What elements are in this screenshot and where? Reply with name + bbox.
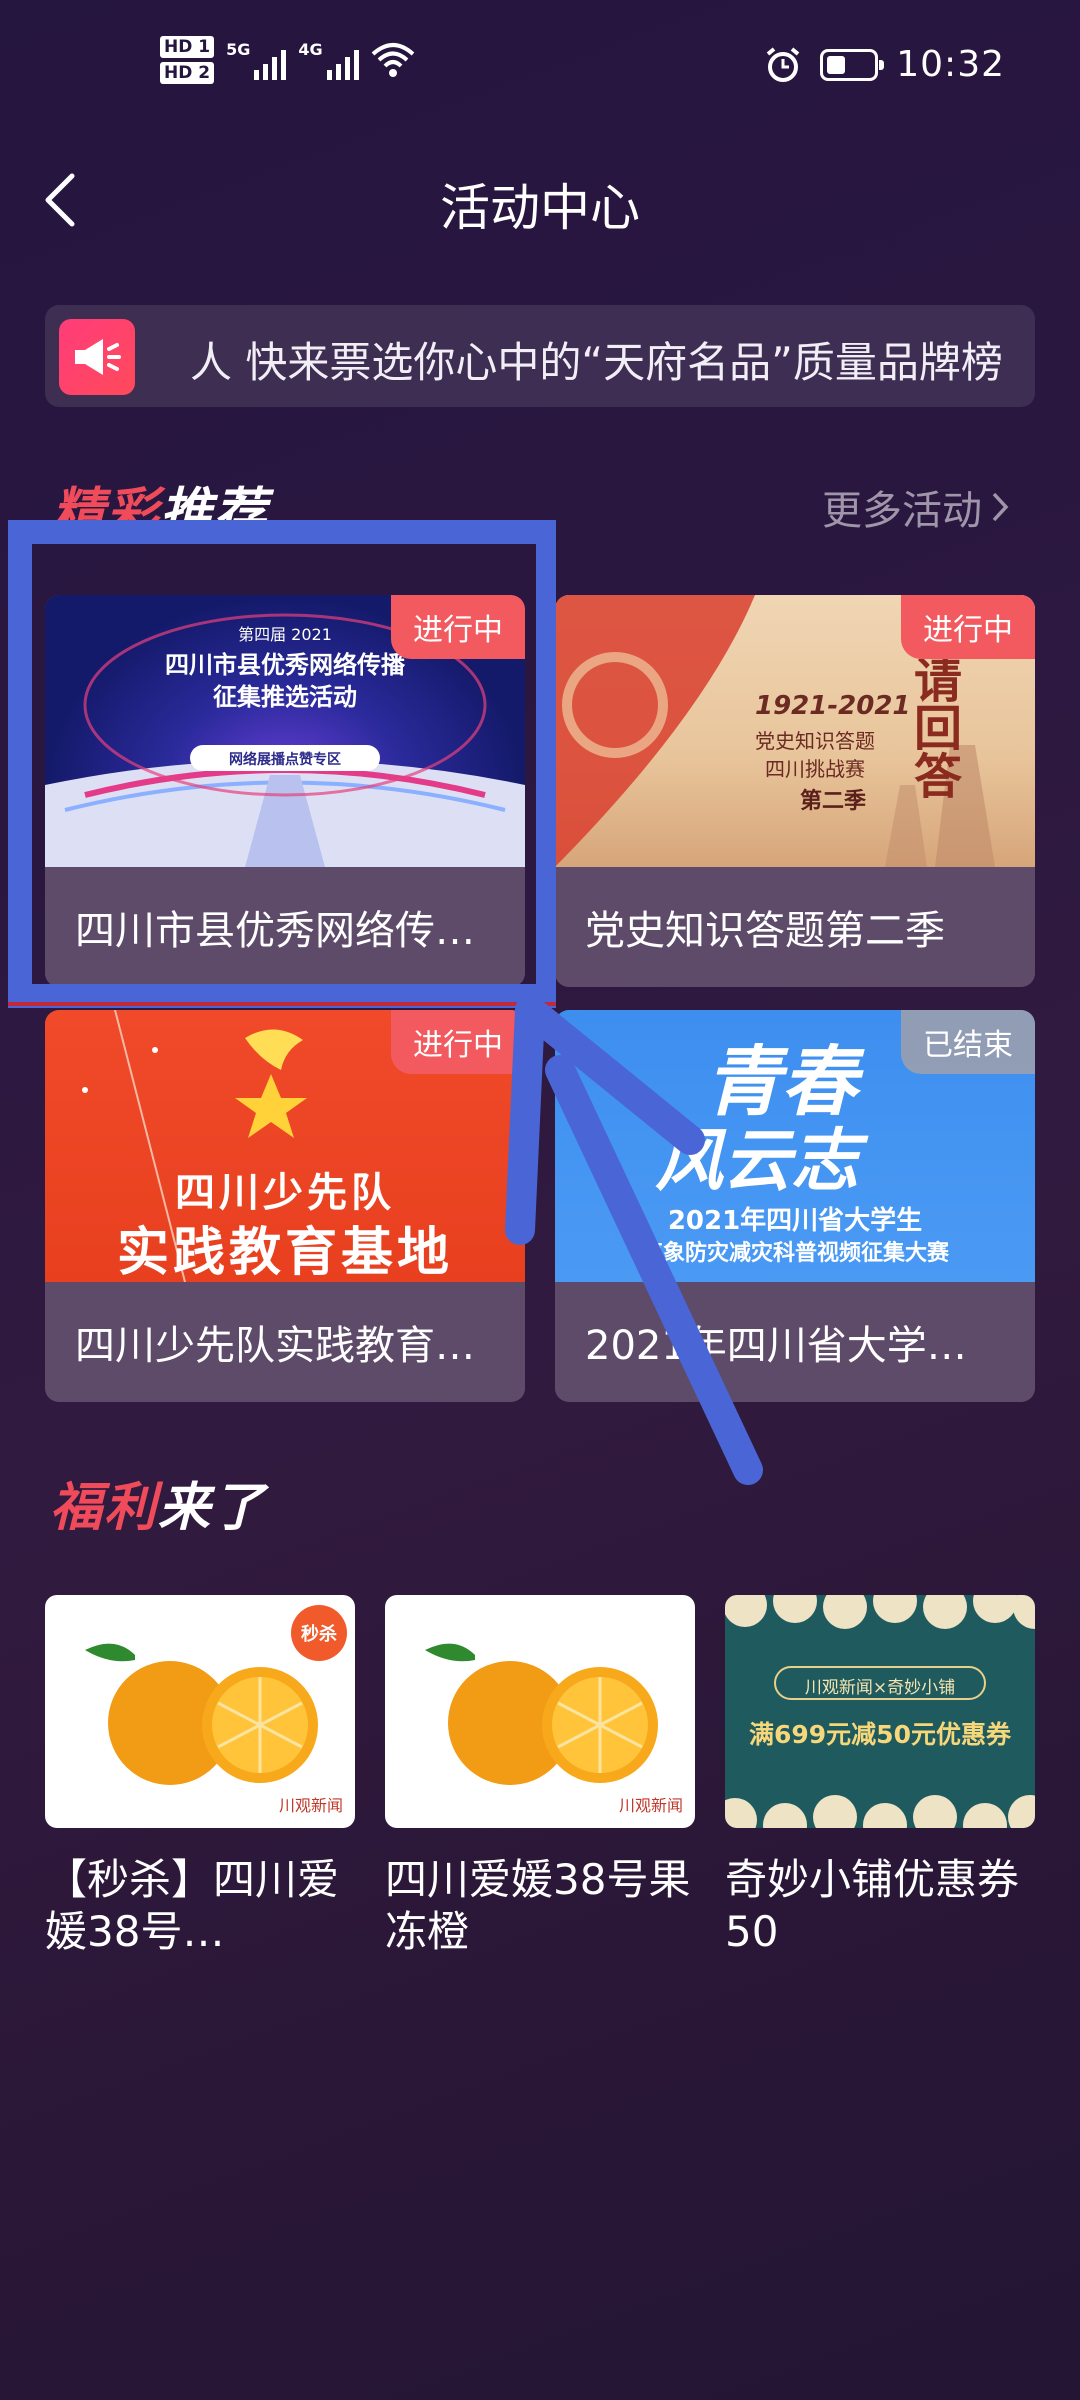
annotation-arrow: [505, 995, 763, 1485]
